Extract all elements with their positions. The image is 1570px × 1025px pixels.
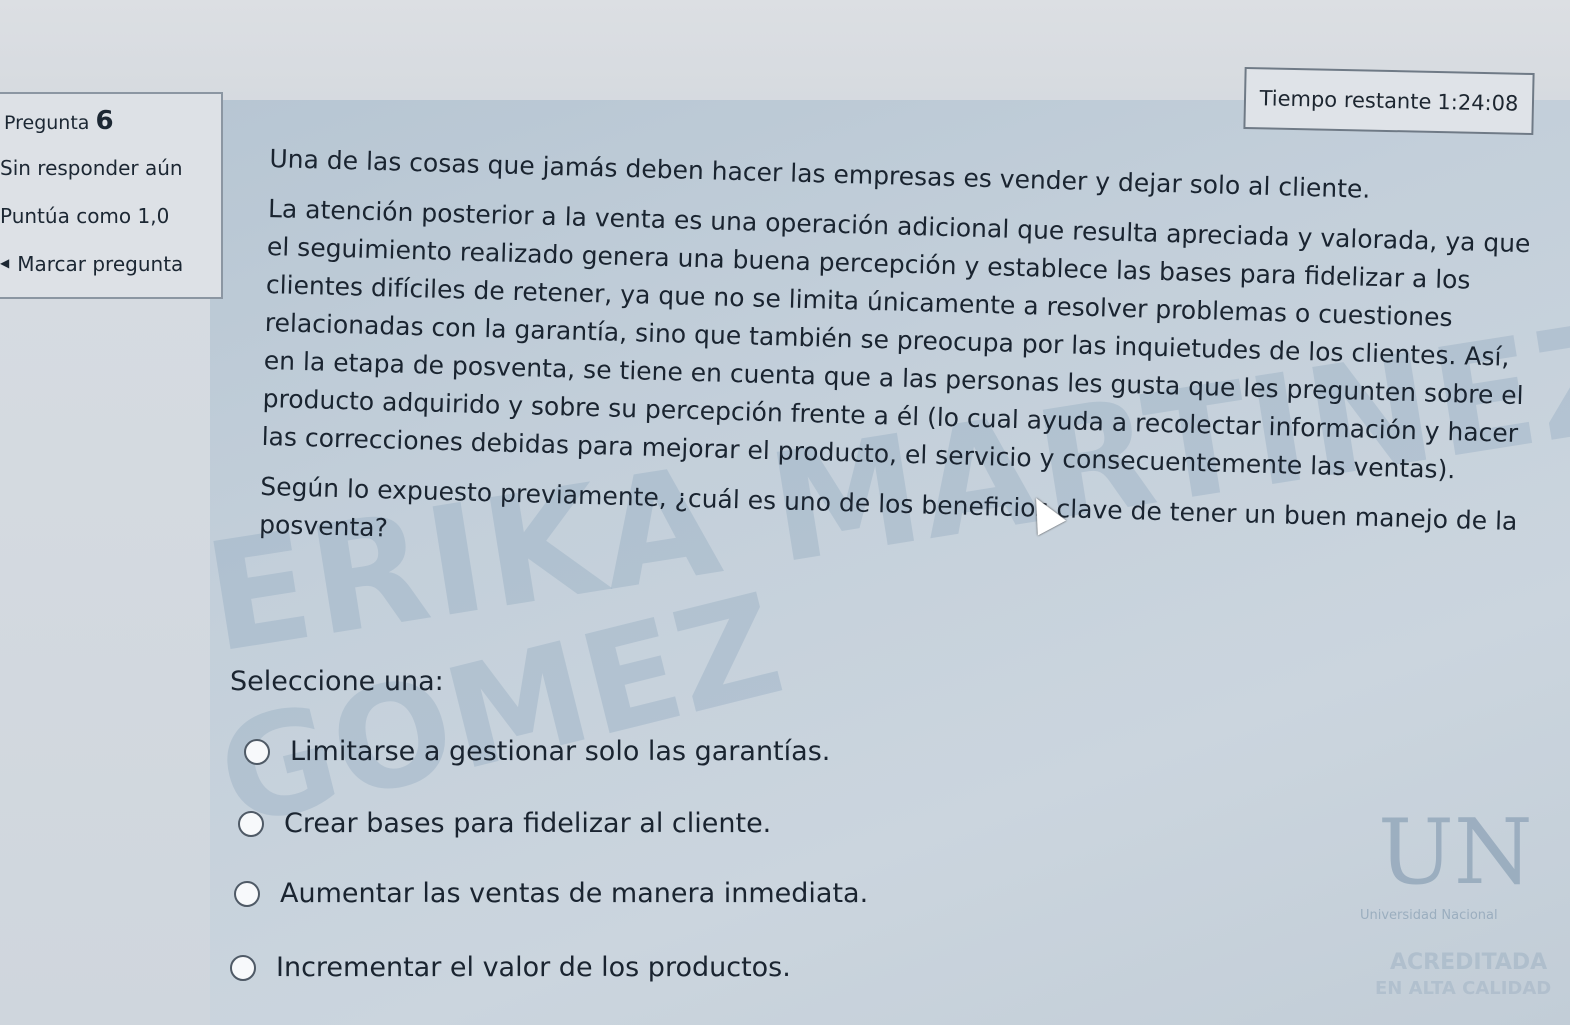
answer-option-a-label: Limitarse a gestionar solo las garantías… <box>290 736 831 767</box>
answer-option-b-label: Crear bases para fidelizar al cliente. <box>284 808 772 839</box>
time-remaining-value: 1:24:08 <box>1437 90 1519 116</box>
logo-accreditation-sub: EN ALTA CALIDAD <box>1375 978 1552 999</box>
logo-accreditation: ACREDITADA <box>1390 950 1548 975</box>
question-grade: Puntúa como 1,0 <box>0 204 170 228</box>
question-number-value: 6 <box>95 106 114 136</box>
time-remaining-label: Tiempo restante <box>1259 86 1432 114</box>
question-state: Sin responder aún <box>0 156 183 180</box>
answer-option-b[interactable]: Crear bases para fidelizar al cliente. <box>238 808 771 839</box>
radio-button-a[interactable] <box>244 738 270 765</box>
answer-option-d-label: Incrementar el valor de los productos. <box>276 952 791 983</box>
flag-question-link[interactable]: ◀ Marcar pregunta <box>0 252 183 276</box>
question-number: Pregunta 6 <box>4 106 114 136</box>
question-info-box: Pregunta 6 Sin responder aún Puntúa como … <box>0 92 223 299</box>
flag-icon: ◀ <box>0 256 10 270</box>
answer-prompt: Seleccione una: <box>230 666 444 697</box>
radio-button-c[interactable] <box>234 880 260 907</box>
question-number-label: Pregunta <box>4 112 90 134</box>
radio-button-b[interactable] <box>238 810 264 837</box>
answer-option-c-label: Aumentar las ventas de manera inmediata. <box>280 878 869 909</box>
answer-option-c[interactable]: Aumentar las ventas de manera inmediata. <box>234 878 868 909</box>
question-paragraph-2: La atención posterior a la venta es una … <box>261 193 1531 485</box>
radio-button-d[interactable] <box>230 954 256 981</box>
logo-subtitle: Universidad Nacional <box>1360 908 1498 923</box>
answer-option-d[interactable]: Incrementar el valor de los productos. <box>230 952 791 983</box>
answer-option-a[interactable]: Limitarse a gestionar solo las garantías… <box>244 736 830 767</box>
logo-mark: UN <box>1378 800 1533 905</box>
university-logo: UN Universidad Nacional ACREDITADA EN AL… <box>1360 790 1570 1025</box>
time-remaining-box: Tiempo restante 1:24:08 <box>1243 66 1535 136</box>
flag-question-label: Marcar pregunta <box>17 252 184 276</box>
question-text: Una de las cosas que jamás deben hacer l… <box>259 140 1550 580</box>
